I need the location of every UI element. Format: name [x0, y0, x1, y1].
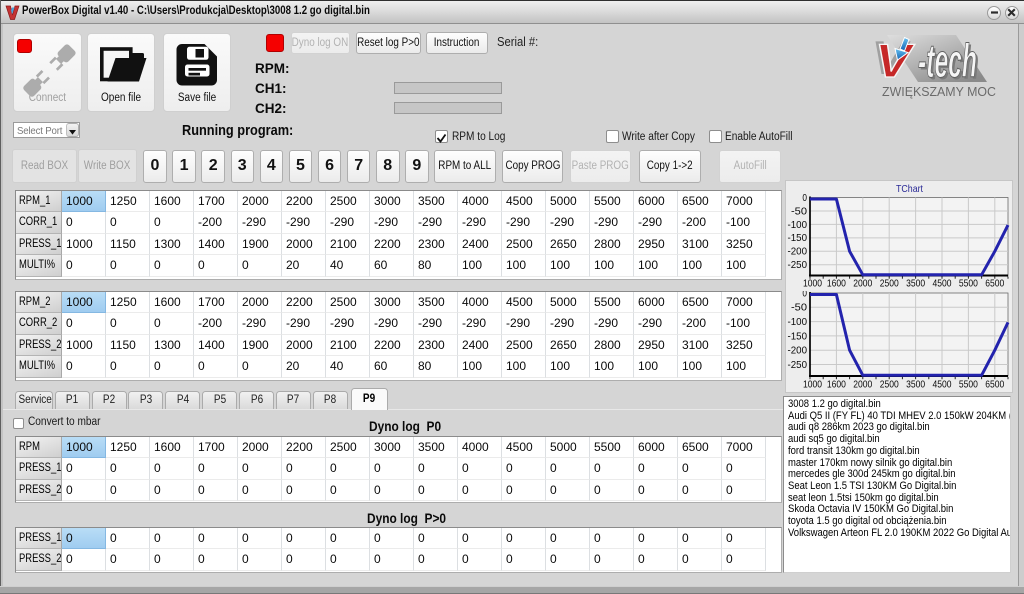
svg-text:-250: -250 [788, 359, 808, 371]
svg-text:-50: -50 [791, 302, 807, 314]
svg-text:-100: -100 [788, 316, 808, 328]
svg-text:-50: -50 [791, 205, 807, 217]
svg-text:1600: 1600 [827, 379, 846, 391]
svg-text:4500: 4500 [933, 278, 952, 290]
svg-text:ZWIĘKSZAMY MOC: ZWIĘKSZAMY MOC [882, 84, 996, 99]
svg-text:5500: 5500 [959, 379, 978, 391]
svg-text:-200: -200 [788, 246, 808, 258]
svg-text:0: 0 [802, 192, 807, 204]
svg-text:0: 0 [802, 291, 807, 299]
svg-text:4500: 4500 [933, 379, 952, 391]
svg-text:3500: 3500 [906, 379, 925, 391]
svg-text:1000: 1000 [803, 278, 822, 290]
svg-text:-150: -150 [788, 330, 808, 342]
svg-text:1600: 1600 [827, 278, 846, 290]
svg-text:1000: 1000 [803, 379, 822, 391]
svg-text:-100: -100 [788, 219, 808, 231]
svg-text:5500: 5500 [959, 278, 978, 290]
svg-text:2500: 2500 [880, 278, 899, 290]
svg-text:-250: -250 [788, 259, 808, 271]
svg-text:-tech: -tech [918, 34, 977, 87]
svg-text:-200: -200 [788, 345, 808, 357]
svg-text:2000: 2000 [853, 278, 872, 290]
svg-text:3500: 3500 [906, 278, 925, 290]
svg-text:6500: 6500 [985, 278, 1004, 290]
svg-text:2000: 2000 [853, 379, 872, 391]
svg-text:6500: 6500 [985, 379, 1004, 391]
svg-text:2500: 2500 [880, 379, 899, 391]
svg-text:V: V [875, 34, 915, 87]
svg-text:-150: -150 [788, 232, 808, 244]
svg-text:TChart: TChart [896, 183, 923, 195]
